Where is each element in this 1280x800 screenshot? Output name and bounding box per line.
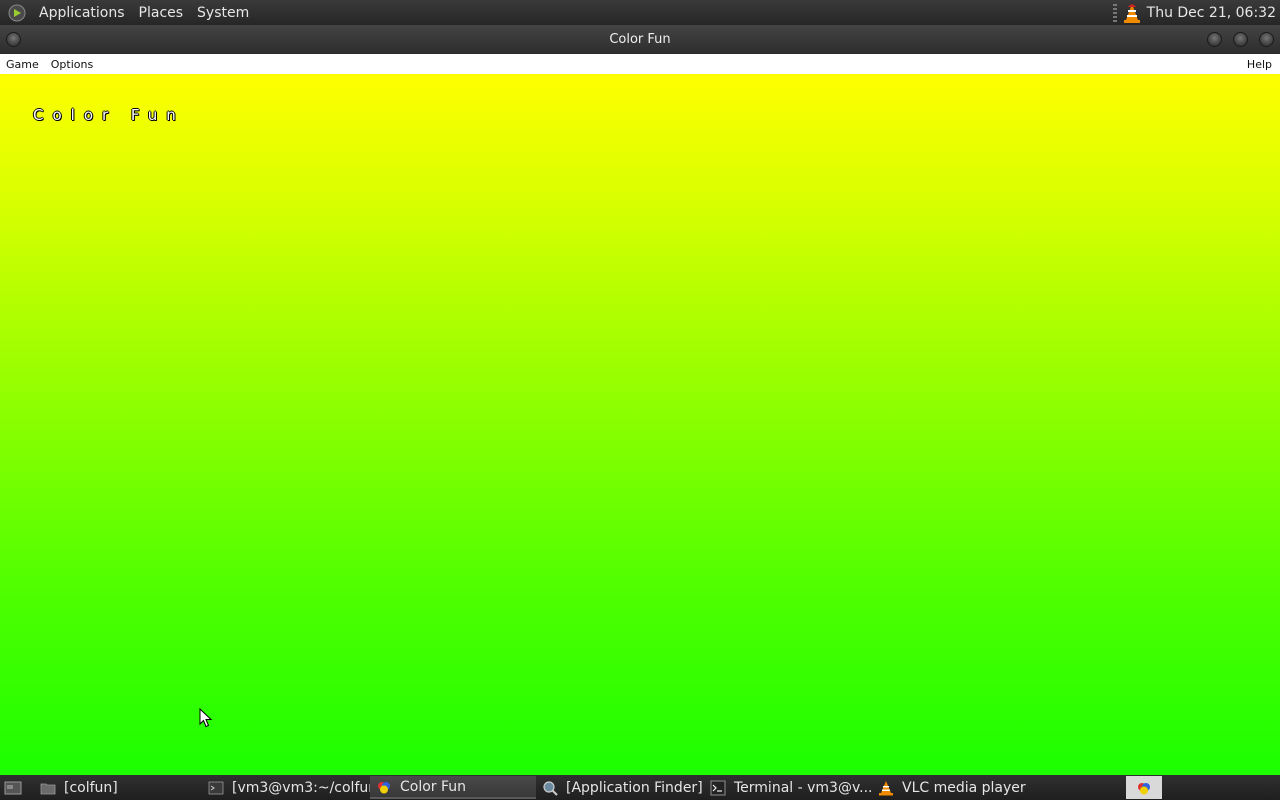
panel-clock[interactable]: Thu Dec 21, 06:32 (1147, 5, 1280, 21)
task-label: Terminal - vm3@v... (734, 779, 872, 796)
task-vm3-colfun[interactable]: [vm3@vm3:~/colfun] (202, 776, 370, 799)
taskbar: [colfun] [vm3@vm3:~/colfun] Color Fun [A… (0, 775, 1280, 800)
task-color-fun[interactable]: Color Fun (370, 776, 536, 799)
app-menubar: Game Options Help (0, 54, 1280, 74)
task-terminal[interactable]: Terminal - vm3@v... (704, 776, 872, 799)
vlc-tray-icon[interactable] (1123, 3, 1141, 23)
minimize-button[interactable] (1207, 32, 1222, 47)
menu-options[interactable]: Options (45, 58, 99, 71)
menu-help[interactable]: Help (1241, 58, 1280, 71)
task-vlc[interactable]: VLC media player (872, 776, 1040, 799)
tray-handle[interactable] (1112, 3, 1117, 22)
task-colfun-folder[interactable]: [colfun] (34, 776, 202, 799)
window-title: Color Fun (609, 32, 671, 47)
distro-logo-icon[interactable] (6, 2, 28, 24)
window-menu-button[interactable] (6, 32, 21, 47)
game-canvas[interactable]: Color Fun (0, 74, 1280, 775)
folder-icon (40, 783, 56, 794)
tray-color-fun-icon[interactable] (1126, 776, 1162, 799)
terminal-icon (710, 780, 726, 795)
task-label: [vm3@vm3:~/colfun] (232, 779, 370, 796)
game-title: Color Fun (33, 106, 185, 124)
system-menu[interactable]: System (190, 5, 256, 21)
maximize-button[interactable] (1233, 32, 1248, 47)
top-panel: Applications Places System Thu Dec 21, 0… (0, 0, 1280, 25)
task-label: Color Fun (400, 778, 467, 795)
applications-menu[interactable]: Applications (32, 5, 132, 21)
task-label: [Application Finder] (566, 779, 703, 796)
task-label: [colfun] (64, 779, 118, 796)
vlc-cone-icon (879, 780, 893, 795)
mouse-cursor-icon (199, 708, 213, 728)
color-fun-icon (378, 781, 390, 793)
places-menu[interactable]: Places (132, 5, 191, 21)
window-titlebar[interactable]: Color Fun (0, 25, 1280, 54)
magnifier-icon (543, 780, 558, 796)
task-application-finder[interactable]: [Application Finder] (536, 776, 704, 799)
task-label: VLC media player (902, 779, 1026, 796)
menu-game[interactable]: Game (0, 58, 45, 71)
panel-tray: Thu Dec 21, 06:32 (1112, 0, 1280, 25)
close-button[interactable] (1259, 32, 1274, 47)
show-desktop-icon[interactable] (2, 777, 24, 799)
terminal-window-icon (208, 781, 224, 794)
